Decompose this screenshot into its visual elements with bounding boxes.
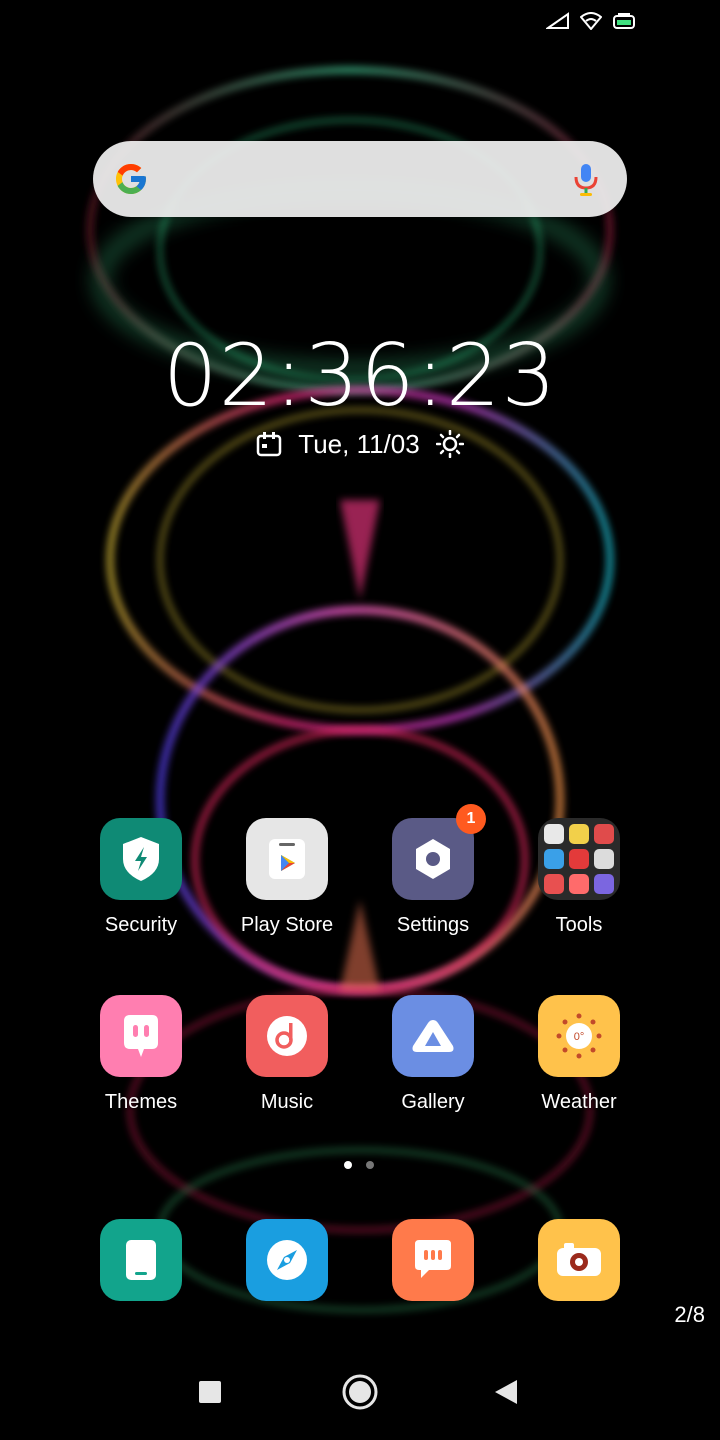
dock-messages[interactable] [392,1219,474,1301]
dock-camera[interactable] [538,1219,620,1301]
compass-icon [267,1240,307,1280]
google-g-icon [116,164,146,194]
app-gallery[interactable]: Gallery [360,995,506,1125]
date-text: Tue, 11/03 [298,428,420,459]
back-button[interactable] [486,1362,526,1422]
gallery-icon [392,995,474,1077]
app-label: Tools [555,914,603,936]
music-note-icon [246,995,328,1077]
app-play-store[interactable]: Play Store [214,818,360,948]
themes-icon [100,995,182,1077]
mic-icon[interactable] [573,163,599,197]
app-folder-tools[interactable]: Tools [506,818,652,948]
app-settings[interactable]: 1 Settings [360,804,506,948]
page-indicator [344,1161,374,1169]
app-music[interactable]: Music [214,995,360,1125]
camera-icon [557,1243,601,1276]
app-label: Settings [396,914,470,936]
home-button[interactable] [338,1362,382,1422]
folder-icon [538,818,620,900]
app-themes[interactable]: Themes [68,995,214,1125]
app-label: Weather [541,1091,617,1113]
battery-icon [613,13,635,29]
app-label: Themes [104,1091,178,1113]
signal-icon [546,12,569,29]
dock-browser[interactable] [246,1219,328,1301]
notification-badge: 1 [456,804,486,834]
google-search-bar[interactable] [93,141,627,217]
sun-icon [435,430,464,458]
weather-temp: 0° [574,1031,585,1043]
recent-apps-button[interactable] [190,1362,230,1422]
app-weather[interactable]: 0° Weather [506,995,652,1125]
square-icon [199,1381,221,1403]
page-counter: 2/8 [674,1302,705,1327]
page-dot-active[interactable] [344,1161,352,1169]
settings-hexagon-icon: 1 [392,804,486,900]
date-row[interactable]: Tue, 11/03 [0,424,720,464]
weather-sun-icon: 0° [538,995,620,1077]
security-shield-icon [100,818,182,900]
triangle-back-icon [495,1380,517,1404]
app-label: Gallery [401,1091,465,1113]
app-label: Security [104,914,178,936]
status-bar [546,12,636,30]
app-label: Play Store [240,914,334,936]
message-icon [415,1240,451,1278]
circle-icon [342,1374,378,1410]
play-store-icon [246,818,328,900]
app-label: Music [260,1091,314,1113]
clock-time[interactable]: 02:36:23 [0,328,720,424]
wifi-icon [580,12,602,30]
calendar-icon [257,432,282,457]
dock-phone[interactable] [100,1219,182,1301]
app-security[interactable]: Security [68,818,214,948]
page-dot[interactable] [366,1161,374,1169]
phone-icon [126,1240,156,1280]
